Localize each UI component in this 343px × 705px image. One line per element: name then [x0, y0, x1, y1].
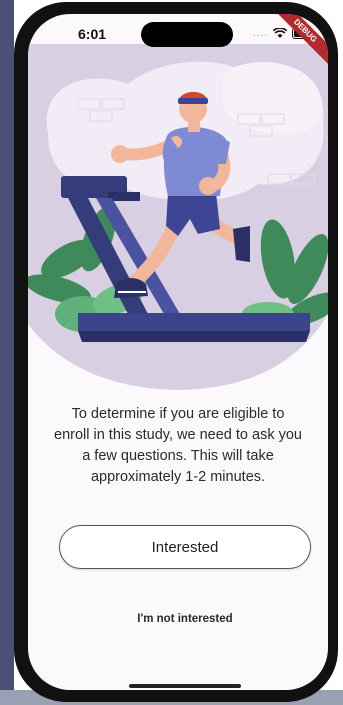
home-indicator	[129, 684, 241, 688]
wifi-icon	[273, 28, 287, 38]
running-illustration	[28, 44, 328, 390]
status-time: 6:01	[78, 26, 107, 42]
interested-button[interactable]: Interested	[59, 525, 311, 569]
eligibility-message: To determine if you are eligible to enro…	[54, 406, 302, 485]
background-left	[0, 0, 14, 705]
signal-dots: ....	[252, 28, 268, 39]
dynamic-island	[141, 22, 233, 47]
app-screen: 6:01 .... DEBUG To determine if you are …	[28, 14, 328, 690]
not-interested-link[interactable]: I'm not interested	[28, 613, 328, 625]
